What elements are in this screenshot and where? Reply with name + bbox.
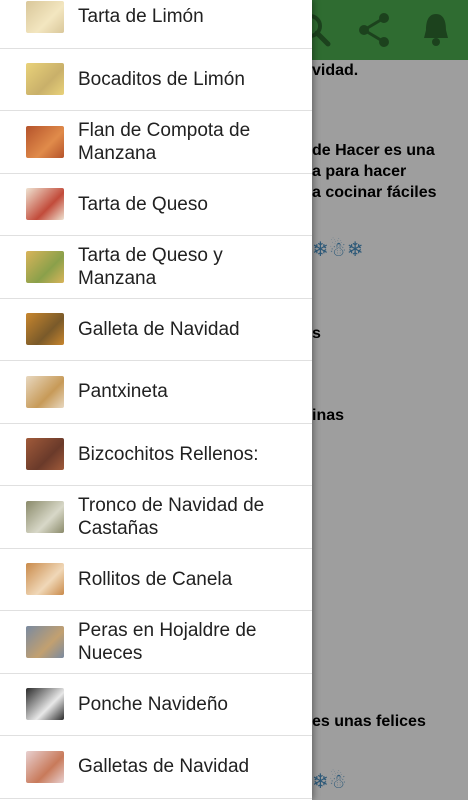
recipe-thumbnail xyxy=(26,0,64,33)
recipe-thumbnail xyxy=(26,250,64,283)
recipe-thumbnail xyxy=(26,438,64,471)
drawer-item-label: Tarta de Limón xyxy=(78,6,204,28)
drawer-item[interactable]: Tronco de Navidad de Castañas xyxy=(0,486,312,549)
drawer-item[interactable]: Tarta de Queso xyxy=(0,174,312,236)
drawer-item-label: Peras en Hojaldre de Nueces xyxy=(78,619,257,664)
drawer-item[interactable]: Bizcochitos Rellenos: xyxy=(0,424,312,486)
drawer-item[interactable]: Peras en Hojaldre de Nueces xyxy=(0,611,312,674)
recipe-thumbnail xyxy=(26,625,64,658)
drawer-item-label: Tronco de Navidad de Castañas xyxy=(78,494,265,539)
recipe-thumbnail xyxy=(26,125,64,158)
drawer-item[interactable]: Tarta de Limón xyxy=(0,0,312,49)
recipe-thumbnail xyxy=(26,63,64,96)
recipe-thumbnail xyxy=(26,750,64,783)
drawer-item-label: Galleta de Navidad xyxy=(78,318,240,340)
drawer-item-label: Ponche Navideño xyxy=(78,693,228,715)
recipe-thumbnail xyxy=(26,375,64,408)
drawer-item-label: Rollitos de Canela xyxy=(78,568,233,590)
drawer-item[interactable]: Galleta de Navidad xyxy=(0,299,312,361)
drawer-item-label: Tarta de Queso y Manzana xyxy=(78,244,223,289)
drawer-item[interactable]: Bocaditos de Limón xyxy=(0,49,312,111)
drawer-item[interactable]: Rollitos de Canela xyxy=(0,549,312,611)
drawer-item-label: Bocaditos de Limón xyxy=(78,68,245,90)
drawer-item-label: Flan de Compota de Manzana xyxy=(78,119,251,164)
drawer-item[interactable]: Flan de Compota de Manzana xyxy=(0,111,312,174)
drawer-item-label: Pantxineta xyxy=(78,381,168,403)
navigation-drawer: Tarta de Limón Bocaditos de Limón Flan de … xyxy=(0,0,312,800)
drawer-item-label: Galletas de Navidad xyxy=(78,756,250,778)
drawer-item[interactable]: Tarta de Queso y Manzana xyxy=(0,236,312,299)
drawer-item[interactable]: Ponche Navideño xyxy=(0,674,312,736)
recipe-thumbnail xyxy=(26,500,64,533)
drawer-item-label: Bizcochitos Rellenos: xyxy=(78,443,259,465)
recipe-thumbnail xyxy=(26,313,64,346)
recipe-thumbnail xyxy=(26,188,64,221)
recipe-list: Tarta de Limón Bocaditos de Limón Flan de … xyxy=(0,0,312,799)
drawer-item[interactable]: Pantxineta xyxy=(0,361,312,424)
recipe-thumbnail xyxy=(26,688,64,721)
drawer-item-label: Tarta de Queso xyxy=(78,193,208,215)
drawer-item[interactable]: Galletas de Navidad xyxy=(0,736,312,799)
recipe-thumbnail xyxy=(26,563,64,596)
